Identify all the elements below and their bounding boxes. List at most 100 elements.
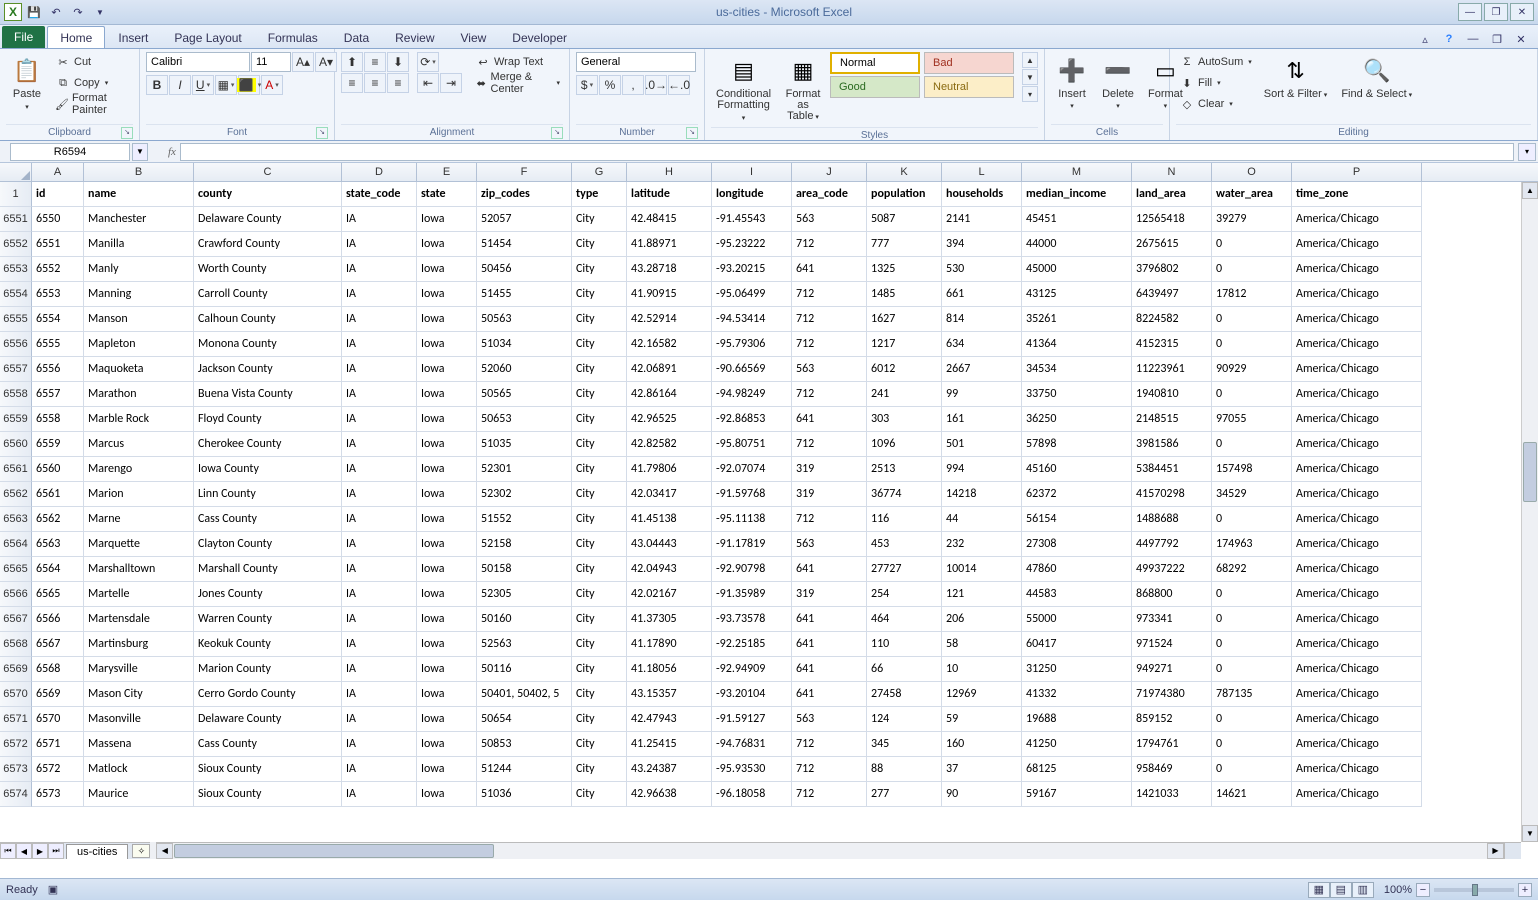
- cell[interactable]: 0: [1212, 732, 1292, 757]
- cell[interactable]: 4152315: [1132, 332, 1212, 357]
- name-box[interactable]: [10, 143, 130, 161]
- row-header[interactable]: 6556: [0, 332, 32, 357]
- cell[interactable]: 52302: [477, 482, 572, 507]
- cell[interactable]: Marion: [84, 482, 194, 507]
- cell[interactable]: Clayton County: [194, 532, 342, 557]
- insert-cells-button[interactable]: ➕Insert▾: [1051, 52, 1093, 115]
- cell[interactable]: 6572: [32, 757, 84, 782]
- view-normal-icon[interactable]: ▦: [1308, 882, 1330, 898]
- cell[interactable]: 42.96525: [627, 407, 712, 432]
- cell[interactable]: 14218: [942, 482, 1022, 507]
- cell[interactable]: 712: [792, 757, 867, 782]
- cell[interactable]: 42.86164: [627, 382, 712, 407]
- cell[interactable]: 44000: [1022, 232, 1132, 257]
- cell[interactable]: 34529: [1212, 482, 1292, 507]
- increase-font-icon[interactable]: A▴: [292, 52, 314, 72]
- sheet-nav-first-icon[interactable]: ⏮: [0, 843, 16, 859]
- cell[interactable]: 51034: [477, 332, 572, 357]
- cell[interactable]: America/Chicago: [1292, 357, 1422, 382]
- style-neutral[interactable]: Neutral: [924, 76, 1014, 98]
- cell[interactable]: IA: [342, 457, 417, 482]
- cell[interactable]: Iowa: [417, 707, 477, 732]
- zoom-slider[interactable]: [1434, 888, 1514, 892]
- cell[interactable]: Iowa: [417, 507, 477, 532]
- cell[interactable]: 0: [1212, 507, 1292, 532]
- cell[interactable]: 36250: [1022, 407, 1132, 432]
- cell[interactable]: 42.48415: [627, 207, 712, 232]
- cell[interactable]: 55000: [1022, 607, 1132, 632]
- cell[interactable]: 712: [792, 782, 867, 807]
- cell[interactable]: Marion County: [194, 657, 342, 682]
- cell[interactable]: 2148515: [1132, 407, 1212, 432]
- cell[interactable]: 319: [792, 457, 867, 482]
- cell[interactable]: 41.18056: [627, 657, 712, 682]
- cell[interactable]: America/Chicago: [1292, 282, 1422, 307]
- cell[interactable]: 52060: [477, 357, 572, 382]
- cell[interactable]: IA: [342, 757, 417, 782]
- cell[interactable]: Cherokee County: [194, 432, 342, 457]
- cell[interactable]: City: [572, 482, 627, 507]
- column-header[interactable]: A: [32, 163, 84, 181]
- cell[interactable]: 0: [1212, 382, 1292, 407]
- cell[interactable]: Manly: [84, 257, 194, 282]
- cell[interactable]: 99: [942, 382, 1022, 407]
- vertical-scrollbar[interactable]: ▲ ▼: [1521, 182, 1538, 842]
- cell[interactable]: 814: [942, 307, 1022, 332]
- cell[interactable]: 3981586: [1132, 432, 1212, 457]
- cell[interactable]: America/Chicago: [1292, 732, 1422, 757]
- cell[interactable]: America/Chicago: [1292, 707, 1422, 732]
- cell[interactable]: -92.94909: [712, 657, 792, 682]
- column-header[interactable]: E: [417, 163, 477, 181]
- cell[interactable]: City: [572, 507, 627, 532]
- cell[interactable]: IA: [342, 307, 417, 332]
- cell[interactable]: water_area: [1212, 182, 1292, 207]
- cell[interactable]: 1096: [867, 432, 942, 457]
- cell[interactable]: 157498: [1212, 457, 1292, 482]
- cell[interactable]: 971524: [1132, 632, 1212, 657]
- cell[interactable]: City: [572, 432, 627, 457]
- font-launcher-icon[interactable]: ↘: [316, 127, 328, 139]
- tab-view[interactable]: View: [448, 26, 500, 48]
- close-icon[interactable]: ✕: [1510, 3, 1534, 21]
- delete-cells-button[interactable]: ➖Delete▾: [1097, 52, 1139, 115]
- cell[interactable]: 36774: [867, 482, 942, 507]
- cell[interactable]: City: [572, 557, 627, 582]
- cell[interactable]: 394: [942, 232, 1022, 257]
- cell[interactable]: City: [572, 207, 627, 232]
- column-header[interactable]: G: [572, 163, 627, 181]
- cell[interactable]: 27727: [867, 557, 942, 582]
- cell[interactable]: 6569: [32, 682, 84, 707]
- cell[interactable]: name: [84, 182, 194, 207]
- row-header[interactable]: 6566: [0, 582, 32, 607]
- tab-review[interactable]: Review: [382, 26, 447, 48]
- underline-button[interactable]: U▾: [192, 75, 214, 95]
- cell[interactable]: 42.04943: [627, 557, 712, 582]
- cell[interactable]: 174963: [1212, 532, 1292, 557]
- font-color-button[interactable]: A▾: [261, 75, 283, 95]
- cell[interactable]: IA: [342, 532, 417, 557]
- row-header[interactable]: 6565: [0, 557, 32, 582]
- row-header[interactable]: 1: [0, 182, 32, 207]
- cell[interactable]: -91.59768: [712, 482, 792, 507]
- cell[interactable]: Marble Rock: [84, 407, 194, 432]
- cell[interactable]: 254: [867, 582, 942, 607]
- cell[interactable]: Delaware County: [194, 207, 342, 232]
- cell[interactable]: 161: [942, 407, 1022, 432]
- row-header[interactable]: 6559: [0, 407, 32, 432]
- cell[interactable]: 859152: [1132, 707, 1212, 732]
- cell[interactable]: Buena Vista County: [194, 382, 342, 407]
- cell[interactable]: Iowa: [417, 207, 477, 232]
- cell[interactable]: 52563: [477, 632, 572, 657]
- style-normal[interactable]: Normal: [830, 52, 920, 74]
- cell[interactable]: median_income: [1022, 182, 1132, 207]
- row-header[interactable]: 6562: [0, 482, 32, 507]
- cell[interactable]: Jones County: [194, 582, 342, 607]
- cell[interactable]: Marathon: [84, 382, 194, 407]
- cell[interactable]: -91.35989: [712, 582, 792, 607]
- cell[interactable]: IA: [342, 282, 417, 307]
- styles-scroll-up-icon[interactable]: ▲: [1022, 52, 1038, 68]
- cell[interactable]: IA: [342, 657, 417, 682]
- view-page-layout-icon[interactable]: ▤: [1330, 882, 1352, 898]
- formula-bar[interactable]: [180, 143, 1514, 161]
- cell[interactable]: Marengo: [84, 457, 194, 482]
